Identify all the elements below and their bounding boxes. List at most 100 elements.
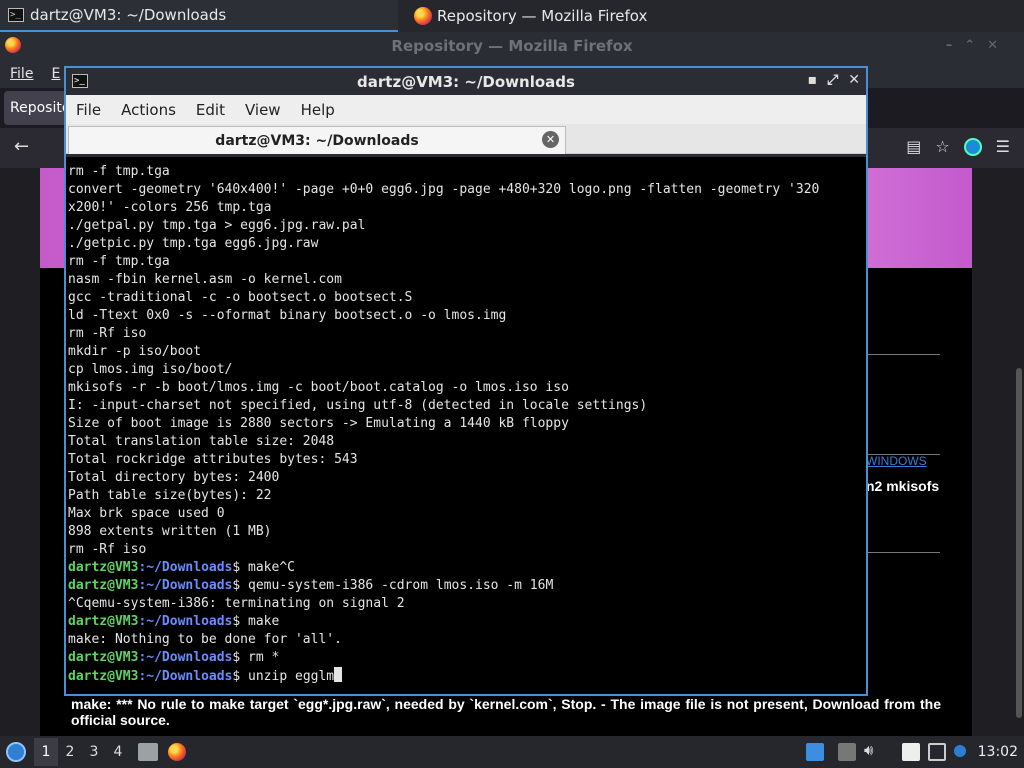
terminal-line: I: -input-charset not specified, using u… <box>68 397 866 415</box>
terminal-line-text: convert -geometry '640x400!' -page +0+0 … <box>68 182 820 197</box>
terminal-line-text: Total translation table size: 2048 <box>68 434 335 449</box>
terminal-line: dartz@VM3:~/Downloads$ make <box>68 613 866 631</box>
terminal-line: dartz@VM3:~/Downloads$ make^C <box>68 559 866 577</box>
hamburger-menu-icon[interactable]: ☰ <box>996 137 1010 156</box>
page-link[interactable]: WINDOWS <box>866 454 927 468</box>
terminal-line: Path table size(bytes): 22 <box>68 487 866 505</box>
scrollbar[interactable] <box>1016 368 1022 718</box>
terminal-line: 898 extents written (1 MB) <box>68 523 866 541</box>
terminal-line: x200!' -colors 256 tmp.tga <box>68 199 866 217</box>
terminal-titlebar[interactable]: >_ dartz@VM3: ~/Downloads ▪ ⤢ ✕ <box>66 68 866 95</box>
menu-file[interactable]: File <box>10 66 33 82</box>
terminal-line: dartz@VM3:~/Downloads$ rm * <box>68 649 866 667</box>
prompt-path: :~/Downloads <box>138 650 233 665</box>
terminal-line: nasm -fbin kernel.asm -o kernel.com <box>68 271 866 289</box>
workspace-4[interactable]: 4 <box>106 738 130 766</box>
menu-actions[interactable]: Actions <box>121 101 176 119</box>
terminal-line-text: nasm -fbin kernel.asm -o kernel.com <box>68 272 342 287</box>
terminal-line: rm -f tmp.tga <box>68 163 866 181</box>
workspace-3[interactable]: 3 <box>82 738 106 766</box>
terminal-line-text: $ make <box>232 614 280 629</box>
text-cursor <box>334 667 343 682</box>
window-controls[interactable]: –⌃✕ <box>946 38 1010 53</box>
terminal-line: mkisofs -r -b boot/lmos.img -c boot/boot… <box>68 379 866 397</box>
file-manager-icon[interactable] <box>138 743 158 761</box>
terminal-line-text: Max brk space used 0 <box>68 506 225 521</box>
terminal-menubar: File Actions Edit View Help <box>66 95 866 124</box>
notification-icon[interactable] <box>954 745 966 757</box>
prompt-user: dartz@VM3 <box>68 650 139 665</box>
terminal-line-text: Path table size(bytes): 22 <box>68 488 272 503</box>
terminal-line: Size of boot image is 2880 sectors -> Em… <box>68 415 866 433</box>
terminal-line: Total directory bytes: 2400 <box>68 469 866 487</box>
bookmark-star-icon[interactable]: ☆ <box>935 137 949 156</box>
terminal-line-text: rm -Rf iso <box>68 542 147 557</box>
firefox-titlebar[interactable]: Repository — Mozilla Firefox –⌃✕ <box>0 32 1024 60</box>
prompt-path: :~/Downloads <box>138 560 233 575</box>
firefox-window-title: Repository — Mozilla Firefox <box>391 37 633 55</box>
terminal-line: Total translation table size: 2048 <box>68 433 866 451</box>
terminal-line-text: $ rm * <box>232 650 280 665</box>
tab-close-icon[interactable]: ✕ <box>542 131 559 148</box>
terminal-line-text: ./getpal.py tmp.tga > egg6.jpg.raw.pal <box>68 218 366 233</box>
terminal-line-text: $ unzip egglm <box>232 669 335 684</box>
workspace-2[interactable]: 2 <box>58 738 82 766</box>
terminal-line-text: x200!' -colors 256 tmp.tga <box>68 200 272 215</box>
taskbar-item-label: dartz@VM3: ~/Downloads <box>30 6 227 24</box>
back-arrow-icon[interactable]: ← <box>14 136 29 157</box>
clipboard-icon[interactable] <box>838 743 856 761</box>
divider <box>868 354 940 355</box>
menu-file[interactable]: File <box>76 101 101 119</box>
firefox-launcher-icon[interactable] <box>168 743 186 761</box>
taskbar-item-terminal[interactable]: >_ dartz@VM3: ~/Downloads <box>0 0 398 32</box>
terminal-line: Total rockridge attributes bytes: 543 <box>68 451 866 469</box>
taskbar-item-firefox[interactable]: Repository — Mozilla Firefox <box>406 0 647 32</box>
volume-icon[interactable]: 🔊︎ <box>864 741 882 759</box>
terminal-icon: >_ <box>72 74 88 88</box>
terminal-line-text: cp lmos.img iso/boot/ <box>68 362 233 377</box>
menu-edit[interactable]: Edit <box>196 101 225 119</box>
prompt-user: dartz@VM3 <box>68 578 139 593</box>
reader-view-icon[interactable]: ▤ <box>906 137 921 156</box>
terminal-line-text: mkisofs -r -b boot/lmos.img -c boot/boot… <box>68 380 569 395</box>
minimize-icon[interactable]: ▪ <box>808 72 818 88</box>
divider <box>868 454 940 455</box>
terminal-line: rm -Rf iso <box>68 541 866 559</box>
terminal-line-text: rm -f tmp.tga <box>68 164 170 179</box>
terminal-tabbar: dartz@VM3: ~/Downloads ✕ <box>66 124 866 154</box>
terminal-window-title: dartz@VM3: ~/Downloads <box>357 72 575 91</box>
maximize-icon[interactable]: ⤢ <box>827 72 838 88</box>
menu-help[interactable]: Help <box>301 101 335 119</box>
terminal-line: cp lmos.img iso/boot/ <box>68 361 866 379</box>
terminal-line: Max brk space used 0 <box>68 505 866 523</box>
start-menu-icon[interactable] <box>6 742 26 762</box>
desktop-icon[interactable] <box>806 743 824 761</box>
terminal-output[interactable]: rm -f tmp.tga convert -geometry '640x400!… <box>66 157 866 694</box>
prompt-path: :~/Downloads <box>138 578 233 593</box>
terminal-line-text: $ qemu-system-i386 -cdrom lmos.iso -m 16… <box>232 578 554 593</box>
bottom-panel: 1 2 3 4 🔊︎ 13:02 <box>0 736 1024 768</box>
terminal-line: make: Nothing to be done for 'all'. <box>68 631 866 649</box>
prompt-path: :~/Downloads <box>138 614 233 629</box>
notes-icon[interactable] <box>902 743 920 761</box>
extension-icon[interactable] <box>963 137 982 156</box>
menu-view[interactable]: View <box>245 101 281 119</box>
workspace-1[interactable]: 1 <box>34 738 58 766</box>
terminal-line-text: rm -f tmp.tga <box>68 254 170 269</box>
terminal-line-text: gcc -traditional -c -o bootsect.o bootse… <box>68 290 413 305</box>
prompt-user: dartz@VM3 <box>68 614 139 629</box>
terminal-tab-label: dartz@VM3: ~/Downloads <box>215 132 419 149</box>
taskbar-item-label: Repository — Mozilla Firefox <box>437 7 648 25</box>
workspace-switcher: 1 2 3 4 <box>34 738 130 766</box>
terminal-line-text: ld -Ttext 0x0 -s --oformat binary bootse… <box>68 308 507 323</box>
terminal-line-text: Total rockridge attributes bytes: 543 <box>68 452 358 467</box>
terminal-line-text: 898 extents written (1 MB) <box>68 524 272 539</box>
terminal-tab[interactable]: dartz@VM3: ~/Downloads ✕ <box>68 126 566 154</box>
terminal-line: ./getpal.py tmp.tga > egg6.jpg.raw.pal <box>68 217 866 235</box>
terminal-line: mkdir -p iso/boot <box>68 343 866 361</box>
network-icon[interactable] <box>928 743 946 761</box>
terminal-icon: >_ <box>8 8 24 22</box>
firefox-icon <box>5 37 21 53</box>
menu-edit[interactable]: E <box>51 66 60 82</box>
close-icon[interactable]: ✕ <box>848 72 860 88</box>
